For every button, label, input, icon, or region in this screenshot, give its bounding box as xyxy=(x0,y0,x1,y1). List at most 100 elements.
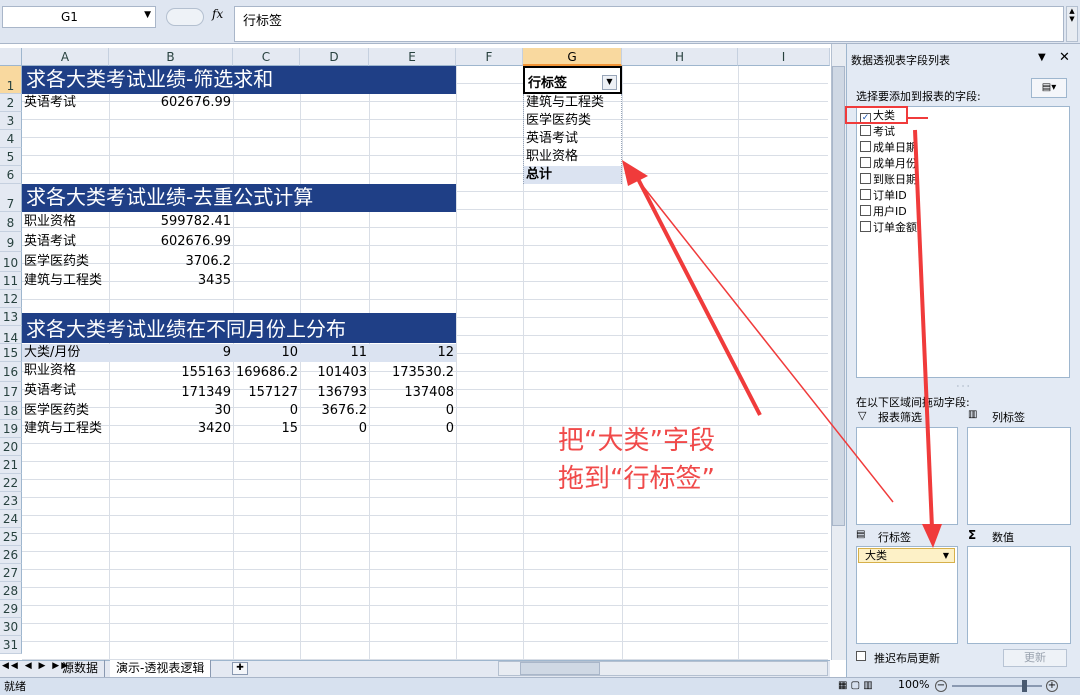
row-header[interactable]: 27 xyxy=(0,564,22,582)
row-header[interactable]: 8 xyxy=(0,212,22,232)
formula-bar-toggle[interactable] xyxy=(166,8,204,26)
column-header[interactable]: H xyxy=(622,48,738,66)
column-header[interactable]: D xyxy=(300,48,369,66)
close-icon[interactable]: ✕ xyxy=(1059,50,1070,65)
row-header[interactable]: 23 xyxy=(0,492,22,510)
table-header-cell[interactable]: 10 xyxy=(233,344,298,362)
row-header[interactable]: 18 xyxy=(0,402,22,420)
pivot-row-label-header[interactable]: 行标签 ▼ xyxy=(523,66,622,94)
field-checkbox[interactable]: 订单ID xyxy=(860,188,907,204)
cell-label[interactable]: 英语考试 xyxy=(24,233,109,251)
defer-checkbox[interactable] xyxy=(856,651,866,661)
table-header-cell[interactable]: 12 xyxy=(369,344,454,362)
chevron-down-icon[interactable]: ▼ xyxy=(144,10,151,20)
zoom-slider[interactable] xyxy=(952,685,1042,687)
table-cell[interactable]: 职业资格 xyxy=(24,362,109,380)
table-cell[interactable]: 137408 xyxy=(369,384,454,402)
table-cell[interactable]: 英语考试 xyxy=(24,382,109,400)
name-box[interactable]: G1 ▼ xyxy=(2,6,156,28)
row-header[interactable]: 7 xyxy=(0,184,22,212)
row-header[interactable]: 15 xyxy=(0,344,22,362)
field-checkbox[interactable]: 成单月份 xyxy=(860,156,918,172)
section-title[interactable]: 求各大类考试业绩在不同月份上分布 xyxy=(22,313,456,343)
table-cell[interactable]: 0 xyxy=(369,402,454,420)
scroll-thumb[interactable] xyxy=(520,662,600,675)
checkbox-icon[interactable] xyxy=(860,189,871,200)
cell-label[interactable]: 建筑与工程类 xyxy=(24,272,109,290)
row-header[interactable]: 13 xyxy=(0,308,22,326)
checkbox-icon[interactable] xyxy=(860,205,871,216)
splitter-handle[interactable]: · · · xyxy=(846,383,1080,391)
insert-function-icon[interactable]: fx xyxy=(212,7,223,21)
cell-label[interactable]: 医学医药类 xyxy=(24,253,109,271)
cell-value[interactable]: 3706.2 xyxy=(109,253,232,271)
row-header[interactable]: 3 xyxy=(0,112,22,130)
column-header-selected[interactable]: G xyxy=(523,48,622,66)
column-header[interactable]: F xyxy=(456,48,523,66)
table-cell[interactable]: 15 xyxy=(233,420,298,438)
checkbox-icon[interactable] xyxy=(860,157,871,168)
cell-value[interactable]: 3435 xyxy=(109,272,231,290)
row-header[interactable]: 17 xyxy=(0,382,22,402)
row-header[interactable]: 14 xyxy=(0,326,22,345)
row-header[interactable]: 16 xyxy=(0,362,22,382)
row-header[interactable]: 25 xyxy=(0,528,22,546)
cell-label[interactable]: 职业资格 xyxy=(24,213,109,231)
row-header[interactable]: 5 xyxy=(0,148,22,166)
row-header[interactable]: 30 xyxy=(0,618,22,636)
column-header[interactable]: A xyxy=(22,48,109,66)
checkbox-icon[interactable] xyxy=(860,125,871,136)
table-cell[interactable]: 169686.2 xyxy=(233,364,298,382)
row-header[interactable]: 2 xyxy=(0,94,22,112)
table-cell[interactable]: 0 xyxy=(300,420,367,438)
column-header[interactable]: C xyxy=(233,48,300,66)
section-title[interactable]: 求各大类考试业绩-筛选求和 xyxy=(22,66,456,94)
table-cell[interactable]: 101403 xyxy=(300,364,367,382)
table-cell[interactable]: 医学医药类 xyxy=(24,402,109,420)
field-checkbox[interactable]: 考试 xyxy=(860,124,895,140)
table-cell[interactable]: 171349 xyxy=(109,384,231,402)
table-cell[interactable]: 157127 xyxy=(233,384,298,402)
checkbox-icon[interactable] xyxy=(860,221,871,232)
column-header[interactable]: B xyxy=(109,48,233,66)
checkbox-icon[interactable] xyxy=(860,173,871,184)
filter-dropdown-icon[interactable]: ▼ xyxy=(602,75,617,90)
row-header[interactable]: 10 xyxy=(0,252,22,272)
chevron-down-icon[interactable]: ▼ xyxy=(943,549,949,562)
values-area[interactable] xyxy=(967,546,1071,644)
table-cell[interactable]: 155163 xyxy=(109,364,231,382)
cell-value[interactable]: 602676.99 xyxy=(109,94,231,112)
table-header-cell[interactable]: 大类/月份 xyxy=(24,344,109,362)
field-checkbox[interactable]: 成单日期 xyxy=(860,140,918,156)
formula-input[interactable]: 行标签 xyxy=(234,6,1064,42)
field-layout-icon[interactable]: ▤▾ xyxy=(1031,78,1067,98)
zoom-out-icon[interactable]: − xyxy=(935,680,947,692)
row-header[interactable]: 24 xyxy=(0,510,22,528)
checkbox-icon[interactable] xyxy=(860,141,871,152)
section-title[interactable]: 求各大类考试业绩-去重公式计算 xyxy=(22,184,456,212)
zoom-in-icon[interactable]: + xyxy=(1046,680,1058,692)
field-checkbox[interactable]: 订单金额 xyxy=(860,220,918,236)
sheet-tab[interactable]: 源数据 xyxy=(56,660,106,677)
row-header[interactable]: 31 xyxy=(0,636,22,654)
row-header[interactable]: 21 xyxy=(0,456,22,474)
row-header[interactable]: 26 xyxy=(0,546,22,564)
column-labels-area[interactable] xyxy=(967,427,1071,525)
scroll-thumb[interactable] xyxy=(832,66,845,526)
table-cell[interactable]: 3420 xyxy=(109,420,231,438)
select-all-corner[interactable] xyxy=(0,48,22,66)
zoom-slider-thumb[interactable] xyxy=(1022,680,1027,692)
row-header[interactable]: 28 xyxy=(0,582,22,600)
row-header[interactable]: 12 xyxy=(0,290,22,308)
column-header[interactable]: E xyxy=(369,48,456,66)
table-cell[interactable]: 136793 xyxy=(300,384,367,402)
table-cell[interactable]: 0 xyxy=(369,420,454,438)
row-header[interactable]: 29 xyxy=(0,600,22,618)
table-cell[interactable]: 3676.2 xyxy=(300,402,368,420)
row-header[interactable]: 22 xyxy=(0,474,22,492)
table-header-cell[interactable]: 11 xyxy=(300,344,367,362)
worksheet-grid[interactable] xyxy=(22,66,828,660)
row-header[interactable]: 19 xyxy=(0,420,22,438)
row-header[interactable]: 20 xyxy=(0,438,22,456)
view-mode-icon[interactable]: ▦ ▢ ▥ xyxy=(838,680,890,692)
